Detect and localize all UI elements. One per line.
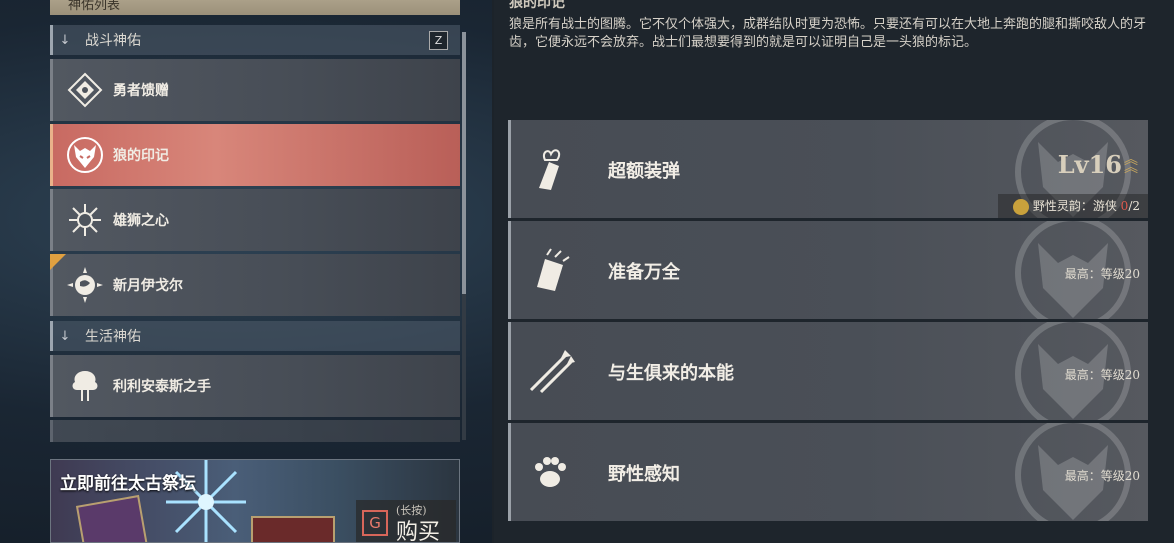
skill-name: 超额装弹 — [608, 161, 680, 182]
blessing-label: 狼的印记 — [113, 148, 169, 164]
starburst-icon — [63, 198, 107, 242]
skill-name: 与生俱来的本能 — [608, 363, 734, 384]
skill-max-level: 最高：等级20 — [1064, 368, 1140, 382]
blessing-label: 新月伊戈尔 — [113, 278, 183, 294]
skill-card-fully-prepared[interactable]: 准备万全 最高：等级20 — [508, 221, 1148, 319]
blessing-item-lion-heart[interactable]: 雄狮之心 — [50, 189, 460, 251]
collapse-arrow-icon: ↓ — [59, 328, 71, 344]
torch-fist-icon — [539, 149, 561, 190]
level-up-arrows-icon: ︽ ︽ — [1124, 152, 1138, 176]
skill-name: 准备万全 — [608, 262, 680, 283]
wild-aura-label: 野性灵韵：游侠 — [1032, 199, 1117, 213]
buy-button[interactable]: G (长按) 购买 — [356, 500, 456, 543]
wild-aura-count-total: /2 — [1128, 199, 1140, 213]
skill-card-overload-ammo[interactable]: 超额装弹 Lv16 ︽ ︽ 野性灵韵：游侠 0/2 — [508, 120, 1148, 218]
blessing-label: 雄狮之心 — [113, 213, 169, 229]
diamond-emblem-icon — [63, 68, 107, 112]
key-hint-z: Z — [429, 31, 448, 50]
blessing-item-wolf-mark[interactable]: 狼的印记 — [50, 124, 460, 186]
category-label: 战斗神佑 — [85, 33, 141, 49]
blessing-item-lilliantes-hand[interactable]: 利利安泰斯之手 — [50, 355, 460, 417]
key-hint-g: G — [362, 510, 388, 536]
blessing-item-crescent-igor[interactable]: 新月伊戈尔 — [50, 254, 460, 316]
blessing-item-partial[interactable] — [50, 420, 460, 442]
wild-aura-icon — [1012, 198, 1029, 215]
list-title: 神佑列表 — [50, 0, 460, 15]
paw-icon — [535, 457, 566, 487]
detail-title: 狼的印记 — [509, 0, 565, 11]
skill-max-level: 最高：等级20 — [1064, 267, 1140, 281]
wolf-head-icon — [63, 133, 107, 177]
collapse-arrow-icon: ↓ — [59, 32, 71, 48]
fist-icon — [537, 248, 570, 291]
category-combat[interactable]: ↓ 战斗神佑 Z — [50, 25, 460, 55]
skill-level: Lv16 — [1057, 150, 1122, 179]
skill-name: 野性感知 — [608, 464, 680, 485]
blessing-label: 利利安泰斯之手 — [113, 379, 211, 395]
skill-card-wild-perception[interactable]: 野性感知 最高：等级20 — [508, 423, 1148, 521]
new-flag-icon — [50, 254, 66, 270]
arrows-icon — [529, 350, 575, 394]
blessing-label: 勇者馈赠 — [113, 83, 169, 99]
category-label: 生活神佑 — [85, 329, 141, 345]
banner-title: 立即前往太古祭坛 — [60, 474, 196, 494]
skill-max-level: 最高：等级20 — [1064, 469, 1140, 483]
altar-shop-banner[interactable]: 立即前往太古祭坛 G (长按) 购买 — [50, 459, 460, 543]
wild-aura-bar: 野性灵韵：游侠 0/2 — [998, 194, 1148, 218]
skill-card-innate-instinct[interactable]: 与生俱来的本能 最高：等级20 — [508, 322, 1148, 420]
card-purple-image — [75, 494, 151, 542]
category-life[interactable]: ↓ 生活神佑 — [50, 321, 460, 351]
list-scrollbar-thumb[interactable] — [462, 32, 466, 294]
sun-globe-icon — [63, 263, 107, 307]
detail-description: 狼是所有战士的图腾。它不仅个体强大，成群结队时更为恐怖。只要还有可以在大地上奔跑… — [509, 17, 1147, 50]
card-red-image — [251, 516, 335, 542]
tree-hand-icon — [63, 364, 107, 408]
blessing-item-brave-gift[interactable]: 勇者馈赠 — [50, 59, 460, 121]
buy-label: 购买 — [396, 520, 441, 543]
